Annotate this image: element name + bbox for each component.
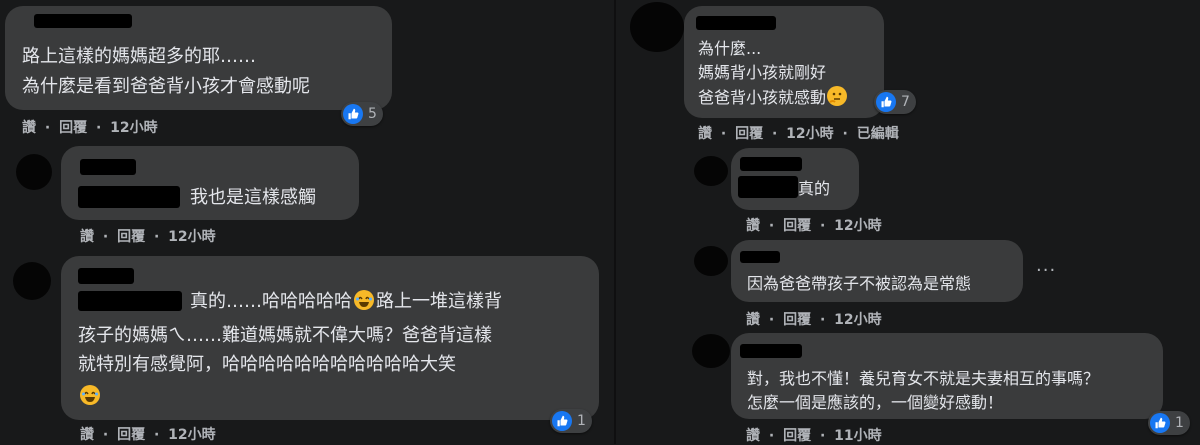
- reaction-number: 1: [577, 413, 586, 429]
- comment-text: 我也是這樣感觸: [190, 187, 316, 208]
- timestamp[interactable]: 12小時: [110, 120, 157, 136]
- redacted-username: [696, 16, 776, 30]
- like-link[interactable]: 讚: [22, 120, 36, 136]
- redacted-mention: [78, 291, 182, 311]
- avatar[interactable]: [630, 2, 684, 52]
- avatar[interactable]: [694, 156, 728, 186]
- timestamp[interactable]: 12小時: [168, 229, 215, 245]
- laughing-emoji-icon: [354, 290, 374, 310]
- reaction-number: 7: [901, 94, 910, 110]
- reply-link[interactable]: 回覆: [117, 229, 145, 245]
- comment-text-line: 媽媽背小孩就剛好: [698, 63, 827, 82]
- like-link[interactable]: 讚: [746, 218, 760, 234]
- reply-link[interactable]: 回覆: [783, 428, 811, 444]
- comment-actions: 讚 · 回覆 · 12小時: [746, 312, 882, 328]
- comment-actions: 讚 · 回覆 · 12小時 · 已編輯: [698, 126, 899, 142]
- comment-text-line: 為什麼...: [698, 39, 762, 58]
- avatar[interactable]: [13, 262, 51, 300]
- redacted-mention: [738, 176, 798, 198]
- like-link[interactable]: 讚: [746, 312, 760, 328]
- laughing-emoji-icon: [80, 385, 100, 405]
- comment-text-line: 路上這樣的媽媽超多的耶……: [22, 46, 256, 67]
- like-thumb-icon: [876, 92, 896, 112]
- timestamp[interactable]: 12小時: [834, 312, 881, 328]
- like-link[interactable]: 讚: [698, 126, 712, 142]
- like-link[interactable]: 讚: [80, 427, 94, 443]
- reply-link[interactable]: 回覆: [59, 120, 87, 136]
- timestamp[interactable]: 12小時: [168, 427, 215, 443]
- comment-text: 因為爸爸帶孩子不被認為是常態: [747, 274, 972, 293]
- avatar[interactable]: [692, 334, 730, 368]
- reaction-count[interactable]: 1: [1148, 411, 1190, 435]
- like-link[interactable]: 讚: [80, 229, 94, 245]
- comment-actions: 讚 · 回覆 · 12小時: [80, 229, 216, 245]
- avatar[interactable]: [694, 246, 728, 276]
- comment-actions: 讚 · 回覆 · 12小時: [22, 120, 158, 136]
- comment-text-line: 就特別有感覺阿，哈哈哈哈哈哈哈哈哈哈哈大笑: [78, 354, 456, 375]
- comment-text-line: 真的……哈哈哈哈哈 路上一堆這樣背: [190, 290, 502, 312]
- comment-text: 真的: [798, 179, 831, 198]
- reaction-count[interactable]: 7: [874, 90, 916, 114]
- left-comments-panel: 路上這樣的媽媽超多的耶…… 為什麼是看到爸爸背小孩才會感動呢 5 讚 · 回覆 …: [0, 0, 614, 444]
- redacted-mention: [78, 186, 180, 208]
- reaction-number: 1: [1175, 415, 1184, 431]
- timestamp[interactable]: 12小時: [786, 126, 833, 142]
- reply-link[interactable]: 回覆: [783, 312, 811, 328]
- like-thumb-icon: [343, 104, 363, 124]
- comment-text-line: 爸爸背小孩就感動: [698, 86, 848, 109]
- redacted-username: [740, 157, 802, 171]
- redacted-username: [740, 344, 802, 358]
- edited-label: 已編輯: [856, 126, 899, 142]
- comment-text-line: 為什麼是看到爸爸背小孩才會感動呢: [22, 76, 310, 97]
- comment-text-line: 孩子的媽媽ㄟ……難道媽媽就不偉大嗎？爸爸背這樣: [78, 325, 492, 346]
- redacted-username: [78, 268, 134, 284]
- comment-actions: 讚 · 回覆 · 12小時: [746, 218, 882, 234]
- like-link[interactable]: 讚: [746, 428, 760, 444]
- timestamp[interactable]: 12小時: [834, 218, 881, 234]
- thinking-emoji-icon: [827, 86, 848, 106]
- reply-link[interactable]: 回覆: [783, 218, 811, 234]
- reaction-number: 5: [368, 106, 377, 122]
- timestamp[interactable]: 11小時: [834, 428, 881, 444]
- reply-link[interactable]: 回覆: [735, 126, 763, 142]
- redacted-username: [740, 251, 780, 263]
- more-dots-icon[interactable]: ···: [1036, 260, 1056, 281]
- redacted-username: [80, 159, 136, 175]
- reaction-count[interactable]: 1: [550, 409, 592, 433]
- comment-text-line: 怎麼一個是應該的，一個變好感動！: [747, 393, 1004, 412]
- reaction-count[interactable]: 5: [341, 102, 383, 126]
- right-comments-panel: 為什麼... 媽媽背小孩就剛好 爸爸背小孩就感動 7 讚 · 回覆 · 12小時…: [616, 0, 1200, 444]
- comment-actions: 讚 · 回覆 · 11小時: [746, 428, 882, 444]
- like-thumb-icon: [1150, 413, 1170, 433]
- redacted-username: [34, 14, 132, 28]
- comment-text-line: 對，我也不懂！養兒育女不就是夫妻相互的事嗎？: [747, 369, 1100, 388]
- avatar[interactable]: [16, 154, 52, 190]
- reply-link[interactable]: 回覆: [117, 427, 145, 443]
- comment-actions: 讚 · 回覆 · 12小時: [80, 427, 216, 443]
- like-thumb-icon: [552, 411, 572, 431]
